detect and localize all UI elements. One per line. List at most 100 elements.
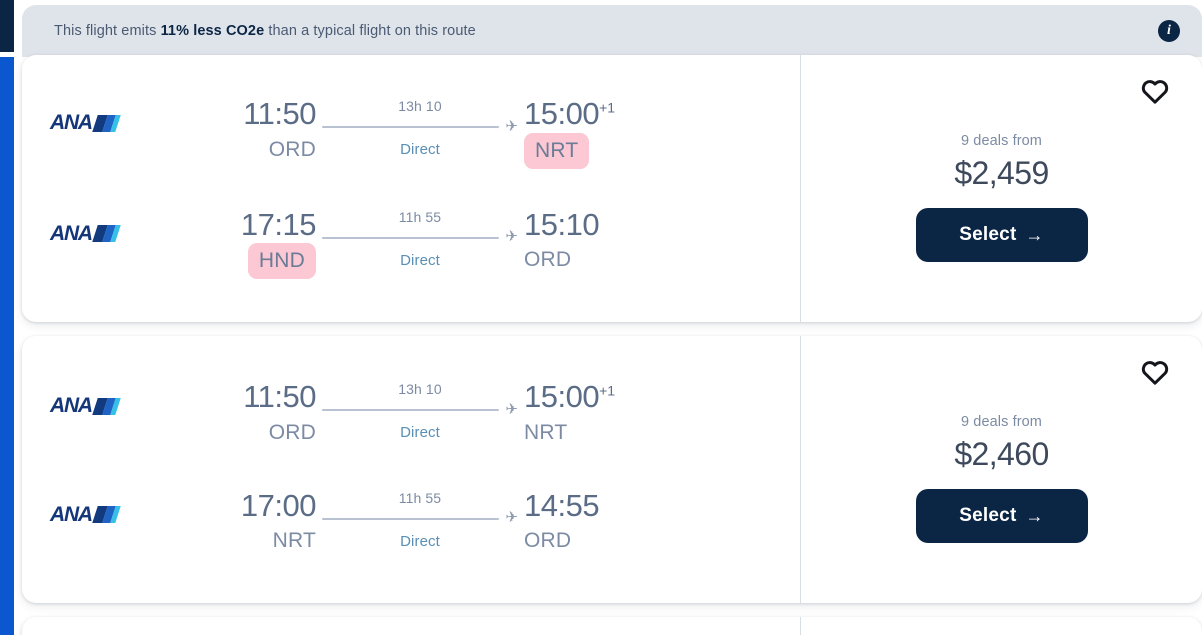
ana-logo-icon: ANA bbox=[50, 221, 121, 245]
left-rail-dark-segment bbox=[0, 0, 14, 52]
airline-logo-text: ANA bbox=[50, 221, 93, 245]
heart-outline-icon[interactable] bbox=[1140, 358, 1170, 388]
itinerary-leg-return: ANA 17:00 NRT 11h 55 ✈ Direct 14:55 ORD bbox=[22, 487, 800, 558]
duration-block: 11h 55 ✈ Direct bbox=[316, 209, 524, 269]
departure-time: 11:50 bbox=[200, 381, 316, 414]
arrival-airport: NRT bbox=[524, 132, 590, 169]
ana-logo-stripes-icon bbox=[92, 506, 121, 523]
duration-line: ✈ bbox=[322, 117, 518, 135]
duration-line: ✈ bbox=[322, 509, 518, 526]
itinerary-leg-outbound: ANA 11:50 ORD 13h 10 ✈ Direct 15:00+1 NR… bbox=[22, 381, 800, 449]
price-panel bbox=[801, 617, 1202, 635]
arrival-time-value: 15:10 bbox=[524, 206, 600, 242]
ana-logo-stripes-icon bbox=[92, 397, 121, 415]
arrival-day-offset: +1 bbox=[599, 383, 616, 400]
deals-count-label: 9 deals from bbox=[961, 414, 1042, 430]
itinerary-details bbox=[22, 617, 801, 635]
airplane-icon: ✈ bbox=[505, 509, 518, 526]
eco-text-emphasis: 11% less CO2e bbox=[160, 23, 265, 39]
departure-airport: NRT bbox=[272, 529, 316, 553]
duration-block: 13h 10 ✈ Direct bbox=[316, 381, 524, 441]
arrival-time: 15:00+1 bbox=[524, 381, 640, 414]
departure-block: 11:50 ORD bbox=[200, 98, 316, 166]
arrival-day-offset: +1 bbox=[599, 100, 616, 117]
stops-label: Direct bbox=[400, 424, 440, 442]
ana-logo-stripes-icon bbox=[92, 114, 121, 132]
eco-text-before: This flight emits bbox=[54, 23, 161, 39]
itinerary-leg-outbound: ANA 11:50 ORD 13h 10 ✈ Direct 15:00+1 NR… bbox=[22, 98, 800, 169]
arrival-time: 15:10 bbox=[524, 206, 640, 242]
price-panel: 9 deals from $2,459 Select → bbox=[801, 55, 1202, 322]
departure-time-value: 17:00 bbox=[240, 487, 317, 523]
flight-duration: 11h 55 bbox=[398, 489, 442, 506]
arrival-block: 15:10 ORD bbox=[524, 206, 640, 277]
flight-duration: 11h 55 bbox=[398, 208, 442, 225]
flight-card[interactable] bbox=[22, 617, 1202, 635]
arrow-right-icon: → bbox=[1025, 224, 1044, 245]
duration-line: ✈ bbox=[322, 228, 518, 245]
select-button[interactable]: Select → bbox=[915, 208, 1088, 262]
arrival-block: 14:55 ORD bbox=[524, 487, 640, 558]
price-amount: $2,460 bbox=[954, 436, 1049, 472]
itinerary-details: ANA 11:50 ORD 13h 10 ✈ Direct 15:00+1 NR… bbox=[22, 336, 801, 603]
ana-logo-icon: ANA bbox=[50, 503, 121, 526]
arrival-time: 15:00+1 bbox=[524, 98, 640, 131]
price-amount: $2,459 bbox=[954, 155, 1049, 191]
departure-time: 17:15 bbox=[200, 206, 317, 242]
airline-logo-text: ANA bbox=[50, 394, 93, 418]
departure-airport: ORD bbox=[268, 420, 316, 444]
flight-card[interactable]: ANA 11:50 ORD 13h 10 ✈ Direct 15:00+1 NR… bbox=[22, 336, 1202, 603]
arrow-right-icon: → bbox=[1025, 505, 1044, 526]
heart-outline-icon[interactable] bbox=[1140, 77, 1170, 107]
stops-label: Direct bbox=[400, 251, 440, 269]
flight-card[interactable]: ANA 11:50 ORD 13h 10 ✈ Direct 15:00+1 NR… bbox=[22, 55, 1202, 322]
airplane-icon: ✈ bbox=[505, 400, 518, 418]
flight-duration: 13h 10 bbox=[398, 381, 442, 398]
arrival-block: 15:00+1 NRT bbox=[524, 381, 640, 449]
ana-logo-stripes-icon bbox=[92, 225, 121, 242]
stops-label: Direct bbox=[400, 532, 440, 550]
departure-time: 11:50 bbox=[200, 98, 316, 131]
arrival-airport: ORD bbox=[524, 529, 572, 553]
arrival-time-value: 15:00 bbox=[524, 96, 600, 132]
flight-duration: 13h 10 bbox=[398, 98, 442, 115]
eco-emissions-text: This flight emits 11% less CO2e than a t… bbox=[54, 23, 476, 39]
arrival-time-value: 15:00 bbox=[524, 379, 600, 415]
airline-logo: ANA bbox=[50, 98, 200, 134]
arrival-time-value: 14:55 bbox=[524, 487, 600, 523]
left-rail-blue-segment bbox=[0, 57, 14, 635]
airplane-icon: ✈ bbox=[505, 117, 518, 135]
duration-line-bar bbox=[322, 517, 500, 520]
info-icon[interactable]: i bbox=[1158, 20, 1180, 42]
departure-time-value: 11:50 bbox=[243, 379, 316, 415]
duration-block: 13h 10 ✈ Direct bbox=[316, 98, 524, 158]
duration-line-bar bbox=[322, 409, 500, 412]
airplane-icon: ✈ bbox=[505, 228, 518, 245]
duration-line-bar bbox=[322, 126, 500, 129]
duration-line: ✈ bbox=[322, 400, 518, 418]
ana-logo-icon: ANA bbox=[50, 111, 121, 135]
deals-count-label: 9 deals from bbox=[961, 133, 1042, 149]
departure-block: 11:50 ORD bbox=[200, 381, 316, 449]
departure-block: 17:15 HND bbox=[200, 206, 317, 279]
ana-logo-icon: ANA bbox=[50, 394, 121, 418]
duration-line-bar bbox=[322, 236, 500, 239]
select-button-label: Select bbox=[959, 505, 1017, 526]
price-panel: 9 deals from $2,460 Select → bbox=[801, 336, 1202, 603]
airline-logo-text: ANA bbox=[50, 111, 93, 135]
airline-logo: ANA bbox=[50, 209, 200, 245]
select-button[interactable]: Select → bbox=[915, 489, 1088, 543]
itinerary-details: ANA 11:50 ORD 13h 10 ✈ Direct 15:00+1 NR… bbox=[22, 55, 801, 322]
stops-label: Direct bbox=[400, 141, 440, 159]
arrival-time: 14:55 bbox=[524, 487, 640, 523]
arrival-airport: ORD bbox=[524, 248, 572, 272]
select-button-label: Select bbox=[959, 224, 1017, 245]
departure-time-value: 11:50 bbox=[243, 96, 316, 132]
eco-text-after: than a typical flight on this route bbox=[264, 23, 476, 39]
departure-airport: ORD bbox=[268, 137, 316, 161]
departure-time-value: 17:15 bbox=[240, 206, 317, 242]
arrival-block: 15:00+1 NRT bbox=[524, 98, 640, 169]
departure-block: 17:00 NRT bbox=[200, 487, 317, 558]
eco-emissions-banner: This flight emits 11% less CO2e than a t… bbox=[22, 5, 1202, 57]
airline-logo: ANA bbox=[50, 381, 200, 417]
